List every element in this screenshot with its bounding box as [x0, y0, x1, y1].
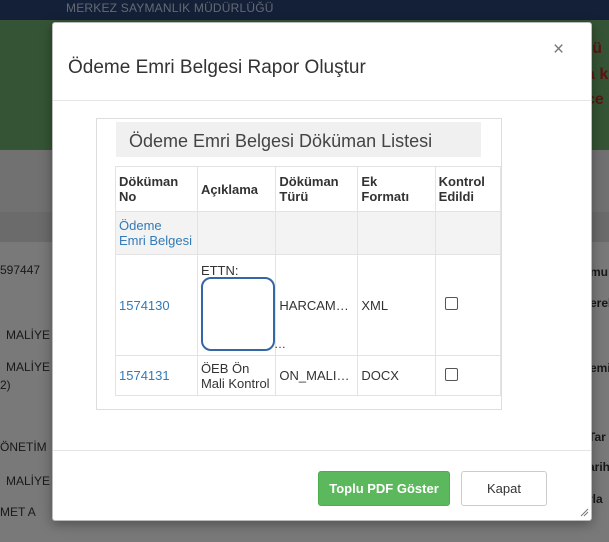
checked-cell	[434, 254, 502, 356]
table-row: 1574131 ÖEB Ön Mali Kontrol ON_MALI_… DO…	[115, 355, 502, 396]
table-cell	[357, 211, 436, 255]
format-cell: DOCX	[357, 355, 436, 396]
checked-checkbox[interactable]	[444, 367, 458, 381]
col-header-description: Açıklama	[196, 166, 277, 212]
checked-cell	[434, 355, 502, 396]
description-cell: ETTN: …	[196, 254, 286, 356]
doc-type-cell: HARCAMA…	[275, 254, 359, 356]
close-icon[interactable]: ×	[553, 39, 564, 61]
resize-handle-icon[interactable]	[580, 508, 589, 517]
col-header-checked: Kontrol Edildi	[434, 166, 502, 212]
format-text: XML	[361, 297, 389, 313]
table-row: 1574130 ETTN: … HARCAMA… XML	[115, 254, 502, 356]
format-text: DOCX	[361, 368, 399, 383]
panel-title: Ödeme Emri Belgesi Döküman Listesi	[129, 131, 433, 151]
col-header-doc-no: Döküman No	[115, 166, 198, 212]
bulk-pdf-button[interactable]: Toplu PDF Göster	[318, 471, 450, 506]
ettn-textarea[interactable]	[200, 277, 275, 351]
format-cell: XML	[357, 254, 436, 356]
doc-no-cell[interactable]: 1574130	[115, 254, 198, 356]
table-cell	[196, 211, 277, 255]
group-label-link[interactable]: Ödeme Emri Belgesi	[115, 211, 198, 255]
modal-footer: Toplu PDF Göster Kapat	[53, 450, 591, 521]
doc-no-link[interactable]: 1574131	[119, 368, 170, 383]
ettn-ellipsis: …	[273, 337, 286, 351]
ettn-label: ETTN:	[200, 263, 239, 278]
document-table: Döküman No Açıklama Döküman Türü Ek Form…	[115, 166, 502, 396]
doc-type-cell: ON_MALI_…	[275, 355, 359, 396]
doc-no-cell[interactable]: 1574131	[115, 355, 198, 396]
checked-checkbox[interactable]	[444, 297, 458, 310]
description-cell: ÖEB Ön Mali Kontrol	[196, 355, 277, 396]
table-header-row: Döküman No Açıklama Döküman Türü Ek Form…	[115, 166, 502, 212]
doc-type-text: ON_MALI_…	[279, 368, 355, 383]
table-cell	[434, 211, 502, 255]
panel-header: Ödeme Emri Belgesi Döküman Listesi	[116, 122, 481, 157]
modal-title: Ödeme Emri Belgesi Rapor Oluştur	[68, 57, 366, 78]
group-row: Ödeme Emri Belgesi	[115, 211, 502, 255]
modal-header: Ödeme Emri Belgesi Rapor Oluştur ×	[53, 23, 591, 101]
document-list-panel: Ödeme Emri Belgesi Döküman Listesi Döküm…	[96, 118, 502, 410]
report-modal: Ödeme Emri Belgesi Rapor Oluştur × Ödeme…	[52, 22, 592, 521]
close-button[interactable]: Kapat	[461, 471, 547, 506]
doc-type-text: HARCAMA…	[279, 297, 355, 313]
col-header-format: Ek Formatı	[357, 166, 436, 212]
doc-no-link[interactable]: 1574130	[119, 298, 170, 313]
table-cell	[275, 211, 359, 255]
col-header-doc-type: Döküman Türü	[275, 166, 359, 212]
